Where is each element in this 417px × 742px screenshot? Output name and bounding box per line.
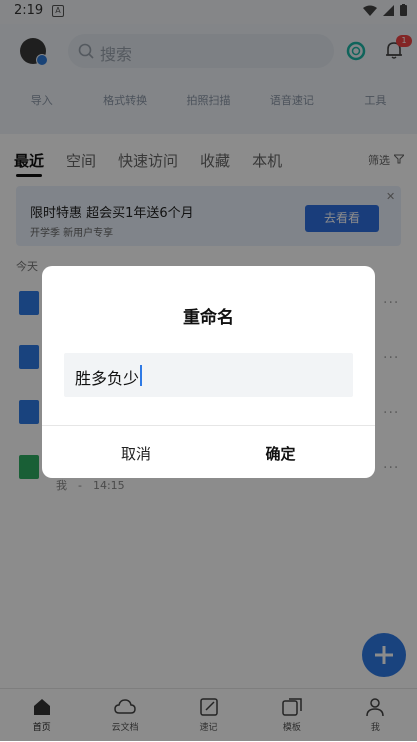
dialog-divider xyxy=(42,425,375,426)
confirm-button[interactable]: 确定 xyxy=(210,443,351,464)
rename-input-value: 胜多负少 xyxy=(75,369,140,388)
cancel-button[interactable]: 取消 xyxy=(42,443,230,464)
dialog-title: 重命名 xyxy=(183,308,234,328)
rename-input[interactable]: 胜多负少 xyxy=(64,353,353,397)
text-cursor xyxy=(140,365,142,386)
rename-dialog: 重命名 胜多负少 取消 确定 xyxy=(42,266,375,478)
